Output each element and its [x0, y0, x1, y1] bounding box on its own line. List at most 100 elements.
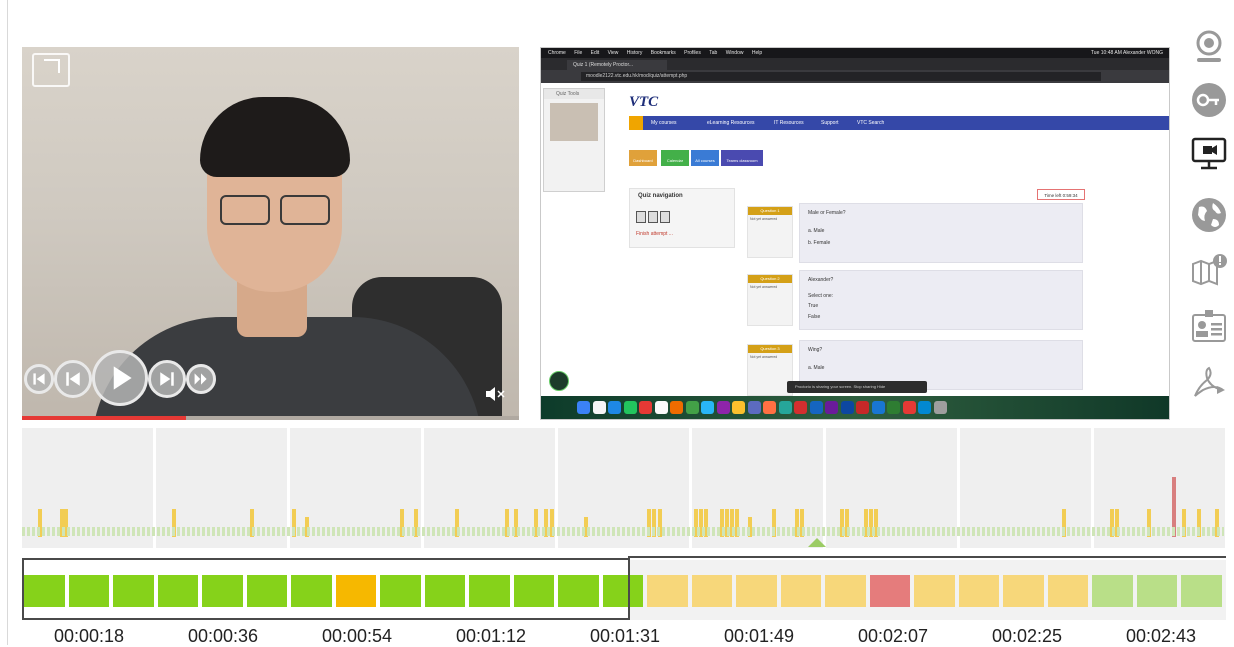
- dock-app-icon: [763, 401, 776, 414]
- quick-button: Calendar: [661, 150, 689, 166]
- dock-app-icon: [933, 401, 947, 414]
- time-label: 00:00:18: [53, 626, 125, 646]
- left-divider: [7, 0, 8, 645]
- mute-icon[interactable]: [484, 383, 506, 405]
- webcam-video[interactable]: [22, 47, 519, 420]
- nav-item: eLearning Resources: [707, 120, 755, 126]
- menu-item: Help: [751, 50, 763, 56]
- dock-app-icon: [778, 401, 792, 414]
- dock-app-icon: [701, 401, 714, 414]
- dock-app-icon: [902, 401, 916, 414]
- id-card-icon[interactable]: [1189, 305, 1229, 345]
- menu-item: Tab: [709, 50, 718, 56]
- play-icon[interactable]: [92, 350, 148, 406]
- time-label: 00:00:54: [321, 626, 393, 646]
- webcam-icon[interactable]: [1189, 27, 1229, 67]
- dock-app-icon: [747, 401, 761, 414]
- activity-baseline: [22, 527, 1224, 536]
- quiz-navigation: Quiz navigation Finish attempt ...: [629, 188, 735, 248]
- quiz-tools-label: Quiz Tools: [544, 89, 604, 99]
- question-status: Not yet answered: [750, 285, 778, 289]
- dock-app-icon: [685, 401, 699, 414]
- address-bar: moodle2122.vtc.edu.hk/mod/quiz/attempt.p…: [541, 70, 1169, 83]
- nav-item: VTC Search: [857, 120, 885, 126]
- question-label: Question 3: [748, 345, 792, 353]
- browser-tab-strip: Quiz 1 (Remotely Proctor...: [541, 58, 1169, 70]
- dock-app-icon: [577, 401, 590, 414]
- question-text: Wing?: [808, 347, 823, 353]
- quick-button: Dashboard: [629, 150, 657, 166]
- time-label: 00:01:31: [589, 626, 661, 646]
- fast-forward-icon[interactable]: [186, 364, 216, 394]
- question-box: Alexander? Select one: True False: [799, 270, 1083, 330]
- nav-item: My courses: [651, 120, 677, 126]
- menu-item: File: [574, 50, 583, 56]
- time-label: 00:01:12: [455, 626, 527, 646]
- quick-button: Teams classroom: [721, 150, 763, 166]
- menu-item: Edit: [590, 50, 600, 56]
- question-option: a. Male: [808, 228, 825, 234]
- globe-icon[interactable]: [1189, 195, 1229, 235]
- question-option: False: [808, 314, 821, 320]
- skip-forward-icon[interactable]: [148, 360, 186, 398]
- time-label: 00:02:43: [1125, 626, 1197, 646]
- question-option: Select one:: [808, 293, 834, 299]
- dock-app-icon: [794, 401, 807, 414]
- menu-item: Profiles: [684, 50, 701, 56]
- proctor-cam-thumb: [550, 103, 598, 141]
- step-back-icon[interactable]: [24, 364, 54, 394]
- person-hair: [200, 97, 350, 177]
- question-square: [660, 211, 670, 223]
- dock-app-icon: [670, 401, 683, 414]
- dock-app-icon: [732, 401, 745, 414]
- quiz-tools-panel: Quiz Tools: [543, 88, 605, 192]
- dock-app-icon: [639, 401, 652, 414]
- dock-app-icon: [871, 401, 885, 414]
- screen-recording[interactable]: Chrome File Edit View History Bookmarks …: [540, 47, 1170, 420]
- nav-item: IT Resources: [774, 120, 804, 126]
- vtc-logo: VTC: [629, 94, 659, 110]
- time-label: 00:00:36: [187, 626, 259, 646]
- chat-icon: [549, 371, 569, 391]
- dock-app-icon: [809, 401, 823, 414]
- finish-attempt-link: Finish attempt ...: [636, 231, 673, 237]
- key-icon[interactable]: [1189, 80, 1229, 120]
- quick-button: All courses: [691, 150, 719, 166]
- question-option: True: [808, 303, 819, 309]
- quiz-nav-title: Quiz navigation: [638, 193, 683, 199]
- site-nav: My courses eLearning Resources IT Resour…: [629, 116, 1169, 130]
- question-status: Not yet answered: [750, 217, 778, 221]
- dock-app-icon: [856, 401, 869, 414]
- dock-app-icon: [623, 401, 637, 414]
- question-info: Question 1 Not yet answered: [747, 206, 793, 258]
- dock-app-icon: [918, 401, 931, 414]
- question-text: Male or Female?: [808, 210, 846, 216]
- dock-app-icon: [887, 401, 900, 414]
- screen-sharing-bar: Proctorio is sharing your screen. Stop s…: [787, 381, 927, 393]
- question-text: Alexander?: [808, 277, 834, 283]
- menu-item: History: [626, 50, 643, 56]
- dock-app-icon: [840, 401, 854, 414]
- pdf-icon[interactable]: [1189, 362, 1229, 402]
- home-icon: [629, 116, 643, 130]
- menu-item: Window: [725, 50, 744, 56]
- dock-app-icon: [825, 401, 838, 414]
- time-label: 00:02:07: [857, 626, 929, 646]
- site-header: VTC: [541, 83, 1169, 115]
- dock-app-icon: [654, 401, 668, 414]
- expand-icon[interactable]: [32, 53, 70, 87]
- screen-icon[interactable]: [1189, 133, 1229, 173]
- question-box: Male or Female? a. Male b. Female: [799, 203, 1083, 263]
- book-alert-icon[interactable]: [1189, 250, 1229, 290]
- time-label: 00:01:49: [723, 626, 795, 646]
- question-option: a. Male: [808, 365, 825, 371]
- question-option: b. Female: [808, 240, 831, 246]
- nav-item: Support: [821, 120, 839, 126]
- dock-app-icon: [608, 401, 621, 414]
- question-info: Question 2 Not yet answered: [747, 274, 793, 326]
- menu-clock: Tue 10:48 AM Alexander WONG: [1090, 50, 1163, 56]
- skip-back-icon[interactable]: [54, 360, 92, 398]
- dock-app-icon: [592, 401, 606, 414]
- playhead-marker[interactable]: [808, 538, 826, 547]
- url-field: moodle2122.vtc.edu.hk/mod/quiz/attempt.p…: [581, 72, 1101, 81]
